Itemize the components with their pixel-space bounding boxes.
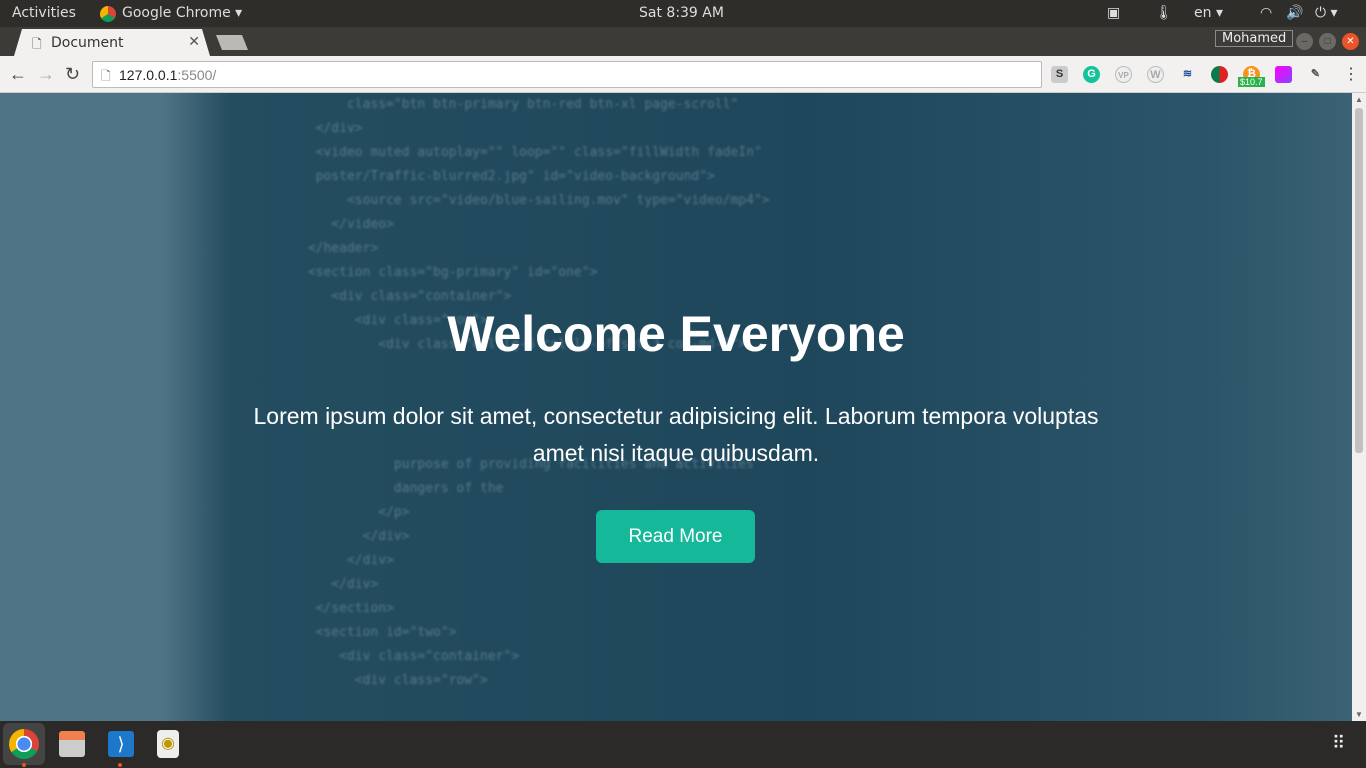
maximize-button[interactable]: □ (1319, 33, 1336, 50)
address-bar[interactable]: 🗋 127.0.0.1:5500/ (92, 61, 1042, 88)
temperature-icon[interactable]: 🌡 (1155, 5, 1173, 21)
url-port: :5500/ (177, 67, 217, 83)
bitcoin-badge: $10.7 (1238, 77, 1265, 87)
scroll-up-icon[interactable]: ▲ (1355, 95, 1363, 104)
new-tab-button[interactable] (216, 35, 248, 50)
forward-button[interactable]: → (37, 64, 55, 85)
menu-icon[interactable]: ⋮ (1343, 64, 1359, 84)
browser-toolbar: ← → ↻ 🗋 127.0.0.1:5500/ S G VP W ≋ ₿ $10… (0, 56, 1366, 93)
extension-icon[interactable] (1211, 66, 1228, 83)
read-more-button[interactable]: Read More (596, 510, 755, 563)
clock[interactable]: Sat 8:39 AM (639, 5, 724, 21)
show-apps-icon[interactable]: ⠿ (1332, 733, 1345, 754)
activities-button[interactable]: Activities (12, 5, 76, 21)
running-indicator (118, 763, 122, 767)
scroll-down-icon[interactable]: ▼ (1355, 710, 1363, 719)
chrome-icon[interactable] (9, 729, 39, 759)
tab-title: Document (51, 35, 124, 51)
grammarly-icon[interactable]: G (1083, 66, 1100, 83)
running-indicator (22, 763, 26, 767)
rhythmbox-icon[interactable]: ◉ (157, 730, 179, 758)
hero-text: Lorem ipsum dolor sit amet, consectetur … (253, 403, 1099, 466)
vp-icon[interactable]: VP (1115, 66, 1132, 83)
vscode-icon[interactable]: ⟩ (108, 731, 134, 757)
wordpress-icon[interactable]: W (1147, 66, 1164, 83)
scrollbar[interactable]: ▲ ▼ (1352, 93, 1366, 721)
page-info-icon[interactable]: 🗋 (101, 67, 111, 88)
system-top-bar: Activities Google Chrome ▾ Sat 8:39 AM ▣… (0, 0, 1366, 27)
profile-button[interactable]: Mohamed (1215, 30, 1294, 47)
app-menu[interactable]: Google Chrome ▾ (122, 5, 242, 21)
chrome-icon (100, 6, 116, 22)
background-image: class="btn btn-primary btn-red btn-xl pa… (307, 97, 770, 688)
minimize-button[interactable]: – (1296, 33, 1313, 50)
indicator-icon[interactable]: ▣ (1107, 5, 1120, 21)
s-icon[interactable]: S (1051, 66, 1068, 83)
wifi-icon[interactable]: ◠ (1260, 5, 1272, 21)
page-viewport: class="btn btn-primary btn-red btn-xl pa… (0, 93, 1352, 721)
eyedropper-icon[interactable]: ✎ (1307, 66, 1324, 83)
reload-button[interactable]: ↻ (65, 64, 80, 85)
gradient-icon[interactable] (1275, 66, 1292, 83)
steem-icon[interactable]: ≋ (1179, 66, 1196, 83)
close-tab-icon[interactable]: ✕ (188, 34, 200, 50)
hero-title: Welcome Everyone (447, 306, 905, 362)
tab-bar: 🗋 Document ✕ Mohamed – □ ✕ (0, 27, 1366, 56)
tab-document[interactable]: 🗋 Document ✕ (14, 29, 210, 56)
files-icon[interactable] (59, 731, 85, 757)
power-icon[interactable]: ⏻ ▾ (1315, 5, 1338, 21)
page-icon: 🗋 (32, 37, 42, 51)
back-button[interactable]: ← (9, 64, 27, 85)
scrollbar-thumb[interactable] (1355, 108, 1363, 453)
url-host: 127.0.0.1 (119, 67, 178, 83)
close-window-button[interactable]: ✕ (1342, 33, 1359, 50)
dock: ⟩ ◉ ⠿ (0, 721, 1366, 768)
volume-icon[interactable]: 🔊 (1286, 5, 1303, 21)
language-menu[interactable]: en ▾ (1194, 5, 1223, 21)
